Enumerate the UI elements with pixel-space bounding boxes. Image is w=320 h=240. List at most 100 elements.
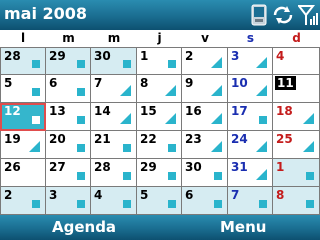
calendar-day[interactable]: 3 bbox=[46, 187, 91, 215]
day-number: 30 bbox=[185, 160, 202, 174]
calendar-day[interactable]: 29 bbox=[137, 159, 182, 187]
busy-square-icon bbox=[168, 200, 176, 208]
day-number: 22 bbox=[140, 132, 157, 146]
day-number: 27 bbox=[49, 160, 66, 174]
calendar-day[interactable]: 7 bbox=[91, 75, 137, 103]
calendar-day[interactable]: 5 bbox=[0, 75, 46, 103]
calendar-grid: 28 29 30 1 2 3 4 5 6 7 8 9 10 11 12 13 14 15 16 17 18 19 20 21 2… bbox=[0, 47, 320, 215]
day-number: 25 bbox=[276, 132, 293, 146]
calendar-day[interactable]: 22 bbox=[137, 131, 182, 159]
calendar-day[interactable]: 18 bbox=[273, 103, 320, 131]
busy-square-icon bbox=[168, 60, 176, 68]
calendar-day[interactable]: 30 bbox=[182, 159, 228, 187]
partial-triangle-icon bbox=[165, 85, 176, 96]
calendar-day[interactable]: 21 bbox=[91, 131, 137, 159]
calendar-day[interactable]: 29 bbox=[46, 47, 91, 75]
day-number: 5 bbox=[4, 76, 13, 90]
agenda-softkey[interactable]: Agenda bbox=[52, 215, 116, 240]
calendar-day[interactable]: 2 bbox=[0, 187, 46, 215]
calendar-day[interactable]: 4 bbox=[91, 187, 137, 215]
partial-triangle-icon bbox=[120, 85, 131, 96]
day-number: 12 bbox=[4, 104, 21, 118]
day-number: 5 bbox=[140, 188, 149, 202]
sync-icon[interactable] bbox=[271, 4, 295, 26]
weekday-label: m bbox=[107, 31, 121, 45]
calendar-day-selected[interactable]: 12 bbox=[0, 103, 46, 131]
calendar-day[interactable]: 27 bbox=[46, 159, 91, 187]
day-number: 13 bbox=[49, 104, 66, 118]
calendar-day[interactable]: 7 bbox=[228, 187, 273, 215]
busy-square-icon bbox=[32, 200, 40, 208]
calendar-day[interactable]: 10 bbox=[228, 75, 273, 103]
calendar-day[interactable]: 19 bbox=[0, 131, 46, 159]
day-number: 8 bbox=[276, 188, 285, 202]
partial-triangle-icon bbox=[256, 57, 267, 68]
busy-square-icon bbox=[306, 200, 314, 208]
day-number: 23 bbox=[185, 132, 202, 146]
signal-icon[interactable] bbox=[298, 4, 318, 26]
busy-square-icon bbox=[77, 88, 85, 96]
calendar-day[interactable]: 15 bbox=[137, 103, 182, 131]
calendar-day[interactable]: 2 bbox=[182, 47, 228, 75]
calendar-day[interactable]: 28 bbox=[0, 47, 46, 75]
calendar-day[interactable]: 1 bbox=[273, 159, 320, 187]
calendar-day[interactable]: 8 bbox=[137, 75, 182, 103]
calendar-day[interactable]: 1 bbox=[137, 47, 182, 75]
today-day-number: 11 bbox=[275, 76, 296, 90]
calendar-day[interactable]: 17 bbox=[228, 103, 273, 131]
calendar-day[interactable]: 23 bbox=[182, 131, 228, 159]
calendar-day[interactable]: 25 bbox=[273, 131, 320, 159]
weekday-label: d bbox=[292, 31, 301, 45]
day-number: 24 bbox=[231, 132, 248, 146]
day-number: 14 bbox=[94, 104, 111, 118]
calendar-day[interactable]: 31 bbox=[228, 159, 273, 187]
busy-square-icon bbox=[214, 172, 222, 180]
day-number: 16 bbox=[185, 104, 202, 118]
calendar-day[interactable]: 4 bbox=[273, 47, 320, 75]
busy-square-icon bbox=[168, 144, 176, 152]
calendar-day[interactable]: 11 bbox=[273, 75, 320, 103]
day-number: 1 bbox=[276, 160, 285, 174]
weekday-label: s bbox=[246, 31, 255, 45]
calendar-day[interactable]: 6 bbox=[46, 75, 91, 103]
calendar-day[interactable]: 14 bbox=[91, 103, 137, 131]
day-number: 29 bbox=[49, 49, 66, 63]
partial-triangle-icon bbox=[165, 113, 176, 124]
day-number: 20 bbox=[49, 132, 66, 146]
day-number: 19 bbox=[4, 132, 21, 146]
calendar-day[interactable]: 20 bbox=[46, 131, 91, 159]
phone-icon[interactable] bbox=[250, 4, 268, 26]
partial-triangle-icon bbox=[256, 85, 267, 96]
calendar-day[interactable]: 9 bbox=[182, 75, 228, 103]
calendar-day[interactable]: 6 bbox=[182, 187, 228, 215]
menu-softkey[interactable]: Menu bbox=[220, 215, 266, 240]
calendar-day[interactable]: 30 bbox=[91, 47, 137, 75]
busy-square-icon bbox=[259, 116, 267, 124]
busy-square-icon bbox=[77, 144, 85, 152]
day-number: 10 bbox=[231, 76, 248, 90]
calendar-day[interactable]: 3 bbox=[228, 47, 273, 75]
partial-triangle-icon bbox=[256, 169, 267, 180]
busy-square-icon bbox=[123, 200, 131, 208]
status-icons bbox=[250, 3, 318, 27]
day-number: 2 bbox=[4, 188, 13, 202]
partial-triangle-icon bbox=[29, 141, 40, 152]
partial-triangle-icon bbox=[211, 57, 222, 68]
busy-square-icon bbox=[32, 88, 40, 96]
calendar-day[interactable]: 5 bbox=[137, 187, 182, 215]
weekday-label: v bbox=[201, 31, 209, 45]
partial-triangle-icon bbox=[120, 113, 131, 124]
title-bar: mai 2008 bbox=[0, 0, 320, 30]
busy-square-icon bbox=[32, 116, 40, 124]
calendar-day[interactable]: 8 bbox=[273, 187, 320, 215]
day-number: 7 bbox=[231, 188, 240, 202]
weekday-label: m bbox=[62, 31, 75, 45]
calendar-day[interactable]: 28 bbox=[91, 159, 137, 187]
day-number: 28 bbox=[4, 49, 21, 63]
calendar-day[interactable]: 13 bbox=[46, 103, 91, 131]
calendar-day[interactable]: 16 bbox=[182, 103, 228, 131]
calendar-day[interactable]: 26 bbox=[0, 159, 46, 187]
day-number: 26 bbox=[4, 160, 21, 174]
page-title: mai 2008 bbox=[4, 4, 88, 23]
calendar-day[interactable]: 24 bbox=[228, 131, 273, 159]
